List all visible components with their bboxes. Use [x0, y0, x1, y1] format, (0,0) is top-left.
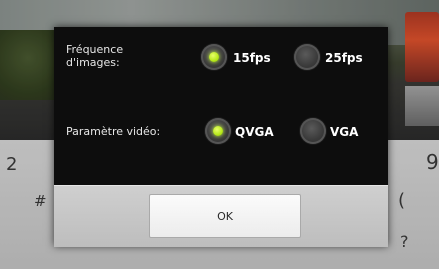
- ok-button[interactable]: OK: [149, 194, 301, 238]
- radio-selected-dot: [209, 52, 219, 62]
- frame-rate-label: Fréquence d'images:: [66, 43, 124, 69]
- video-vga-radio[interactable]: [300, 118, 326, 144]
- radio-selected-dot: [213, 126, 223, 136]
- frame-rate-25fps-radio[interactable]: [294, 44, 320, 70]
- video-vga-label[interactable]: VGA: [330, 125, 358, 139]
- dialog-button-bar: OK: [54, 185, 388, 247]
- frame-rate-15fps-label[interactable]: 15fps: [233, 51, 271, 65]
- frame-rate-25fps-label[interactable]: 25fps: [325, 51, 363, 65]
- video-qvga-label[interactable]: QVGA: [235, 125, 274, 139]
- frame-rate-15fps-radio[interactable]: [201, 44, 227, 70]
- video-qvga-radio[interactable]: [205, 118, 231, 144]
- settings-dialog: Fréquence d'images: 15fps 25fps Paramètr…: [54, 27, 388, 247]
- video-param-label: Paramètre vidéo:: [66, 125, 161, 138]
- screen: 2 9 # ( ? Fréquence d'images: 15fps 25fp…: [0, 0, 439, 269]
